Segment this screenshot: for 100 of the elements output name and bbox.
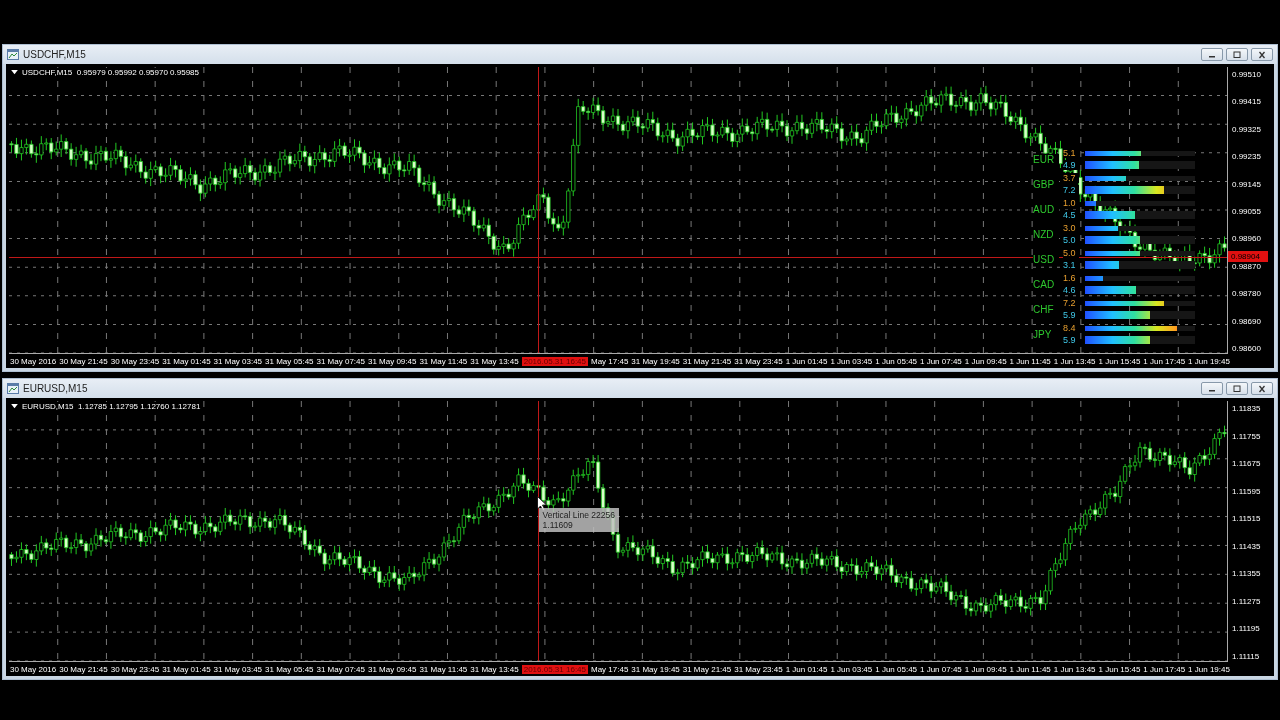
price-tick-label: 1.11755	[1232, 431, 1262, 442]
strength-value: 3.7	[1063, 173, 1079, 183]
strength-value: 5.0	[1063, 235, 1079, 245]
strength-value: 5.9	[1063, 310, 1079, 320]
close-button[interactable]	[1251, 382, 1273, 395]
strength-value: 5.9	[1063, 335, 1079, 345]
strength-value: 4.9	[1063, 160, 1079, 170]
time-tick-label: 1 Jun 19:45	[1188, 356, 1230, 366]
time-tick-label: 30 May 23:45	[110, 664, 160, 674]
time-tick-label: 31 May 01:45	[162, 664, 211, 674]
currency-label: EUR	[1033, 153, 1059, 165]
time-tick-label: 1 Jun 05:45	[875, 664, 918, 674]
minimize-button[interactable]	[1201, 48, 1223, 61]
price-tick-label: 0.99325	[1232, 124, 1262, 135]
time-tick-label: 30 May 21:45	[59, 356, 108, 366]
strength-value: 1.0	[1063, 198, 1079, 208]
price-tick-label: 1.11515	[1232, 514, 1262, 525]
dropdown-icon[interactable]	[11, 404, 18, 409]
price-tick-label: 0.99235	[1232, 152, 1262, 163]
chart-window-icon	[7, 383, 19, 394]
time-tick-label: 1 Jun 13:45	[1053, 356, 1096, 366]
price-tick-label: 1.11115	[1232, 651, 1261, 662]
dropdown-icon[interactable]	[11, 70, 18, 75]
price-tick-label: 1.11595	[1232, 486, 1262, 497]
time-tick-label: 1 Jun 09:45	[964, 356, 1007, 366]
close-button[interactable]	[1251, 48, 1273, 61]
price-tick-label: 0.99145	[1232, 179, 1262, 190]
strength-value: 5.1	[1063, 148, 1079, 158]
price-tick-label: 0.98690	[1232, 316, 1262, 327]
symbol-quote: USDCHF,M15 0.95979 0.95992 0.95970 0.95985	[22, 68, 199, 77]
time-tick-label: 31 May 19:45	[631, 664, 680, 674]
time-tick-label: 30 May 2016	[10, 356, 57, 366]
tooltip-value: 1.11609	[542, 520, 574, 530]
time-tick-label: 1 Jun 01:45	[785, 664, 828, 674]
time-tick-label: 31 May 03:45	[213, 664, 263, 674]
symbol-quote: EURUSD,M15 1.12785 1.12795 1.12760 1.12781	[22, 402, 201, 411]
time-tick-label: 1 Jun 15:45	[1098, 664, 1141, 674]
tooltip-title: Vertical Line 22256	[542, 510, 615, 520]
strength-value: 3.1	[1063, 260, 1079, 270]
cursor-icon	[536, 496, 547, 512]
time-tick-label: 31 May 19:45	[631, 356, 680, 366]
time-tick-label: May 17:45	[590, 664, 629, 674]
time-tick-label: 31 May 13:45	[470, 356, 519, 366]
time-tick-label: 31 May 01:45	[162, 356, 211, 366]
time-tick-label: 31 May 21:45	[682, 356, 732, 366]
currency-label: USD	[1033, 253, 1059, 265]
price-tick-label: 0.98600	[1232, 343, 1262, 354]
time-tick-label: 1 Jun 17:45	[1143, 664, 1186, 674]
maximize-icon	[1232, 384, 1242, 393]
strength-value: 4.6	[1063, 285, 1079, 295]
time-tick-label: 31 May 09:45	[367, 664, 417, 674]
price-tick-label: 0.99415	[1232, 97, 1262, 108]
close-icon	[1257, 50, 1267, 59]
time-tick-label: 1 Jun 03:45	[830, 664, 873, 674]
time-tick-label: 31 May 13:45	[470, 664, 519, 674]
time-tick-label: 31 May 23:45	[734, 356, 783, 366]
time-tick-label: 30 May 21:45	[59, 664, 108, 674]
price-tick-label: 1.11195	[1232, 624, 1261, 635]
price-tick-label: 0.98960	[1232, 234, 1262, 245]
time-tick-label: 1 Jun 15:45	[1098, 356, 1141, 366]
close-icon	[1257, 384, 1267, 393]
price-tick-label: 0.99510	[1232, 70, 1262, 80]
maximize-button[interactable]	[1226, 382, 1248, 395]
price-tick-label: 1.11275	[1232, 596, 1262, 607]
price-tick-label: 1.11675	[1232, 459, 1262, 470]
time-tick-label: 31 May 03:45	[213, 356, 263, 366]
price-tick-label: 0.98780	[1232, 289, 1262, 300]
time-tick-label: 1 Jun 01:45	[785, 356, 828, 366]
price-tick-label: 0.99055	[1232, 206, 1262, 217]
price-tick-label: 0.98870	[1232, 261, 1262, 272]
strength-value: 7.2	[1063, 185, 1079, 195]
vertical-line[interactable]	[537, 401, 539, 661]
vertical-line[interactable]	[537, 67, 539, 353]
time-tick-label: 30 May 23:45	[110, 356, 160, 366]
time-tick-label: 1 Jun 11:45	[1009, 356, 1051, 366]
time-tick-label: 31 May 07:45	[316, 356, 365, 366]
time-tick-label: 1 Jun 07:45	[920, 356, 962, 366]
time-tick-label: 31 May 05:45	[265, 664, 314, 674]
time-tick-label: 31 May 11:45	[419, 356, 468, 366]
strength-value: 7.2	[1063, 298, 1079, 308]
time-tick-label: 31 May 11:45	[419, 664, 468, 674]
time-tick-label: 1 Jun 07:45	[920, 664, 962, 674]
price-tick-label: 1.11835	[1232, 404, 1262, 414]
current-price-label: 0.98904	[1228, 251, 1268, 263]
strength-value: 3.0	[1063, 223, 1079, 233]
strength-value: 4.5	[1063, 210, 1079, 220]
window-title: EURUSD,M15	[23, 383, 88, 394]
price-tick-label: 1.11435	[1232, 541, 1262, 552]
time-tick-label: 31 May 09:45	[367, 356, 417, 366]
currency-label: NZD	[1033, 228, 1059, 240]
chart-window-icon	[7, 49, 19, 60]
maximize-button[interactable]	[1226, 48, 1248, 61]
time-tick-label: 31 May 05:45	[265, 356, 314, 366]
chart-plot-area[interactable]: EURUSD,M15 1.12785 1.12795 1.12760 1.12781 Vertical Line 22256 1.11609	[9, 401, 1228, 662]
time-tick-label: 1 Jun 17:45	[1143, 356, 1186, 366]
time-tick-label: 31 May 07:45	[316, 664, 365, 674]
minimize-button[interactable]	[1201, 382, 1223, 395]
time-tick-label: 1 Jun 19:45	[1188, 664, 1230, 674]
maximize-icon	[1232, 50, 1242, 59]
time-tick-label: May 17:45	[590, 356, 629, 366]
